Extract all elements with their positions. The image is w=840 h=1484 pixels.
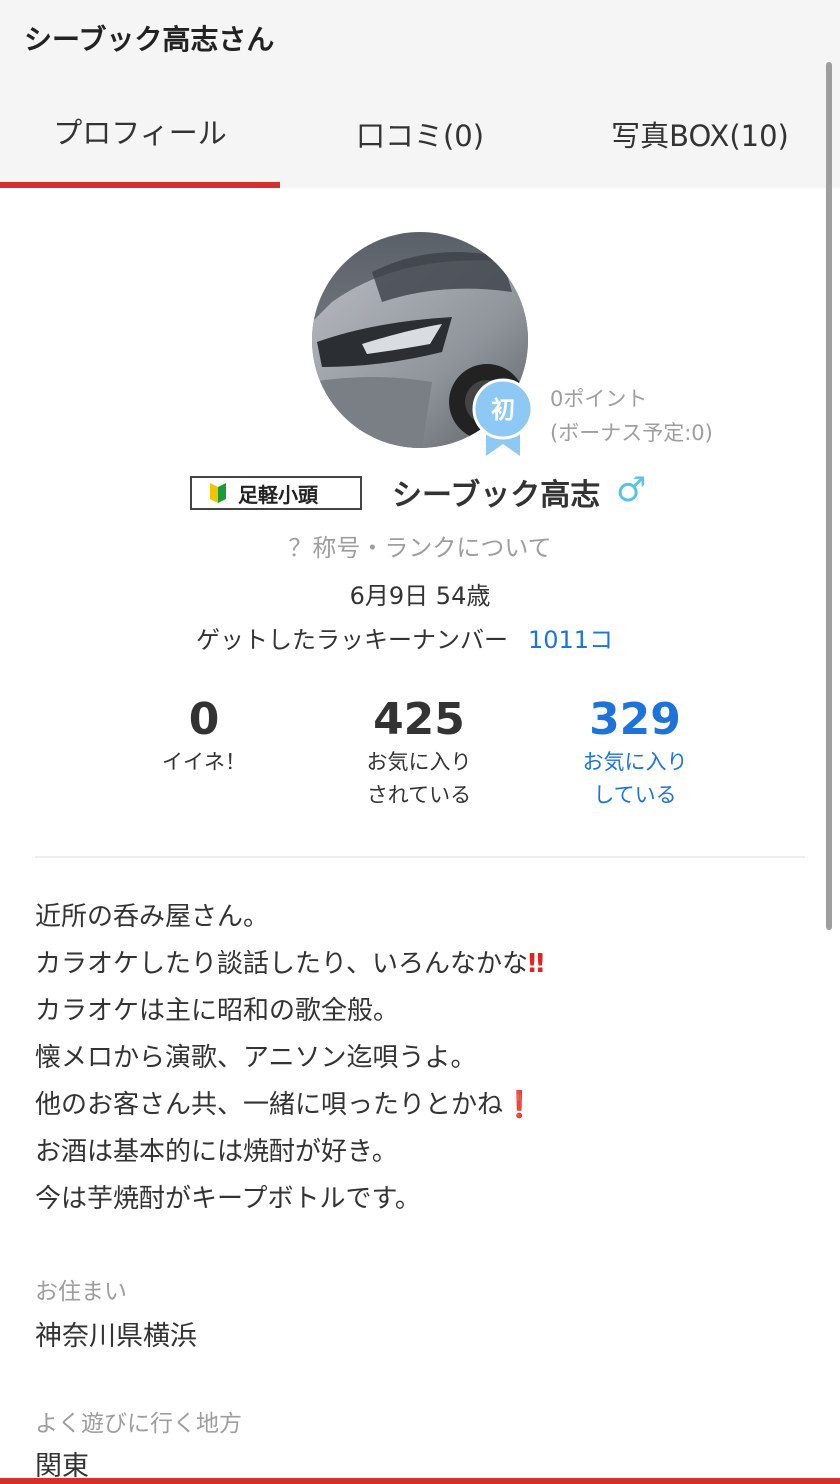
stat-value: 425 — [373, 694, 465, 745]
rank-title: 足軽小頭 — [238, 482, 318, 507]
stat-likes[interactable]: 0 イイネ！ — [94, 694, 314, 779]
stat-label: イイネ！ — [162, 750, 246, 774]
rank-title-box: 足軽小頭 — [190, 476, 362, 510]
bio-line: カラオケは主に昭和の歌全般。 — [35, 996, 400, 1026]
bio-line: 他のお客さん共、一緒に唄ったりとかね❗ — [35, 1090, 536, 1120]
bio-line: 今は芋焼酎がキープボトルです。 — [35, 1184, 421, 1214]
residence-value: 神奈川県横浜 — [35, 1321, 197, 1352]
user-name: シーブック高志 — [392, 478, 601, 513]
tab-bar: プロフィール 口コミ(0) 写真BOX(10) — [0, 80, 840, 188]
bio-line: カラオケしたり談話したり、いろんなかな‼ — [35, 949, 545, 979]
tab-photo-box[interactable]: 写真BOX(10) — [560, 80, 840, 188]
stat-favoriting[interactable]: 329 お気に入り している — [525, 694, 745, 812]
bio-line: 懐メロから演歌、アニソン迄唄うよ。 — [35, 1043, 477, 1073]
bottom-accent-bar — [0, 1478, 840, 1484]
app-header: シーブック高志さん — [0, 0, 840, 80]
stat-label-line2: している — [593, 783, 677, 807]
exclamation-icon: ❗ — [503, 1090, 536, 1120]
bio-text: 近所の呑み屋さん。 カラオケしたり談話したり、いろんなかな‼ カラオケは主に昭和… — [35, 894, 815, 1223]
beginner-badge: 初 — [472, 378, 534, 458]
bio-line: 近所の呑み屋さん。 — [35, 902, 270, 932]
stat-favorited-by[interactable]: 425 お気に入り されている — [309, 694, 529, 812]
double-exclamation-icon: ‼ — [527, 949, 545, 979]
points-info: 0ポイント (ボーナス予定:0) — [550, 382, 713, 450]
rank-info-link[interactable]: ？称号・ランクについて — [0, 528, 840, 563]
beginner-mark-icon — [210, 483, 226, 503]
badge-label: 初 — [491, 396, 515, 424]
lucky-number-label: ゲットしたラッキーナンバー — [196, 626, 508, 654]
male-icon: ♂ — [616, 470, 647, 510]
bonus-value: (ボーナス予定:0) — [550, 421, 713, 445]
stat-label-line1: お気に入り — [582, 750, 688, 774]
lucky-number-row: ゲットしたラッキーナンバー 1011コ — [196, 620, 613, 655]
tab-profile[interactable]: プロフィール — [0, 80, 280, 188]
residence-label: お住まい — [35, 1279, 127, 1305]
stat-label-line1: お気に入り — [366, 750, 472, 774]
lucky-number-link[interactable]: 1011コ — [528, 626, 613, 654]
stat-label-line2: されている — [366, 783, 472, 807]
points-value: 0ポイント — [550, 387, 648, 411]
area-label: よく遊びに行く地方 — [35, 1411, 242, 1437]
bio-line: お酒は基本的には焼酎が好き。 — [35, 1137, 398, 1167]
birthday-age: 6月9日 54歳 — [349, 582, 491, 610]
scrollbar[interactable] — [826, 62, 832, 930]
section-divider — [35, 856, 805, 858]
tab-reviews[interactable]: 口コミ(0) — [280, 80, 560, 188]
stat-value: 0 — [188, 694, 220, 745]
page-title: シーブック高志さん — [24, 23, 275, 56]
stat-value: 329 — [589, 694, 681, 745]
